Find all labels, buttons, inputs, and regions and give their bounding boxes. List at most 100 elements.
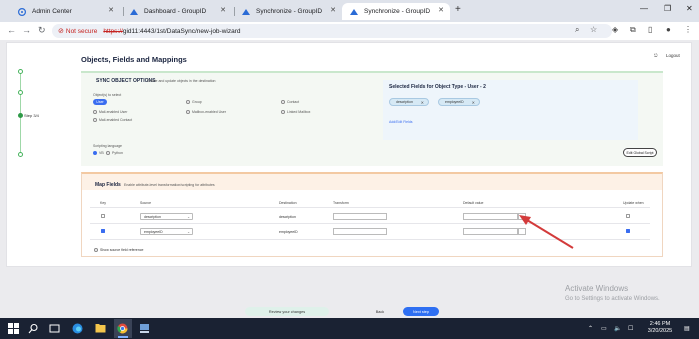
forward-icon[interactable]: → bbox=[22, 25, 31, 35]
radio-label: Python bbox=[112, 151, 123, 155]
destination-value: description bbox=[279, 215, 296, 219]
step-indicator-1[interactable] bbox=[18, 69, 23, 74]
back-icon[interactable]: ← bbox=[7, 25, 16, 35]
chrome-icon[interactable] bbox=[117, 323, 128, 334]
radio-group[interactable] bbox=[186, 100, 190, 104]
source-dropdown[interactable]: employeeID ⌄ bbox=[140, 228, 193, 235]
column-header-transform: Transform bbox=[333, 201, 349, 205]
show-source-toggle[interactable] bbox=[94, 248, 98, 252]
logout-link[interactable]: Logout bbox=[666, 53, 680, 58]
transform-input[interactable] bbox=[333, 213, 387, 220]
default-value-input[interactable] bbox=[463, 228, 518, 235]
active-indicator bbox=[118, 336, 128, 338]
source-dropdown[interactable]: description ⌄ bbox=[140, 213, 193, 220]
logout-icon[interactable]: ⎋ bbox=[654, 53, 658, 58]
step-label: Step 3/4 bbox=[24, 113, 39, 118]
split-view-icon[interactable]: ▯ bbox=[648, 25, 652, 34]
default-value-input[interactable] bbox=[463, 213, 518, 220]
reload-icon[interactable]: ↻ bbox=[38, 25, 46, 36]
field-chip[interactable]: description ✕ bbox=[389, 98, 429, 106]
notification-badge-icon[interactable]: ☐ bbox=[628, 325, 633, 332]
selected-fields-title: Selected Fields for Object Type - User -… bbox=[389, 84, 486, 90]
maximize-icon[interactable]: ❐ bbox=[664, 4, 671, 13]
radio-mail-enabled-contact[interactable] bbox=[93, 118, 97, 122]
task-view-icon[interactable] bbox=[49, 323, 60, 334]
tab-synchronize[interactable]: Synchronize - GroupID ✕ bbox=[234, 3, 342, 20]
tab-dashboard[interactable]: Dashboard - GroupID ✕ bbox=[122, 3, 232, 20]
radio-linked-mailbox[interactable] bbox=[281, 110, 285, 114]
notifications-icon[interactable]: ▤ bbox=[684, 325, 690, 332]
system-clock[interactable]: 2:46 PM 3/20/2025 bbox=[643, 321, 677, 335]
show-source-label: Show source field reference bbox=[100, 248, 144, 252]
radio-mailbox-enabled-user[interactable] bbox=[186, 110, 190, 114]
update-checkbox[interactable] bbox=[626, 229, 630, 233]
close-icon[interactable]: ✕ bbox=[438, 6, 444, 14]
tab-synchronize-active[interactable]: Synchronize - GroupID ✕ bbox=[342, 3, 450, 20]
column-header-update-when: Update when bbox=[623, 201, 644, 205]
row-divider bbox=[90, 207, 650, 208]
transform-input[interactable] bbox=[333, 228, 387, 235]
column-header-key: Key bbox=[100, 201, 107, 205]
search-icon[interactable] bbox=[28, 323, 39, 334]
update-checkbox[interactable] bbox=[626, 214, 630, 218]
windows-start-icon[interactable] bbox=[8, 323, 19, 334]
radio-label: Mailbox-enabled User bbox=[192, 110, 227, 114]
step-indicator-2[interactable] bbox=[18, 90, 23, 95]
radio-label: VB bbox=[99, 151, 104, 155]
synchronize-icon bbox=[350, 9, 358, 15]
security-label[interactable]: Not secure bbox=[66, 28, 97, 35]
show-hidden-icons[interactable]: ⌃ bbox=[588, 325, 593, 332]
activate-windows-title: Activate Windows bbox=[565, 284, 629, 293]
radio-label: Mail-enabled Contact bbox=[99, 118, 133, 122]
extension-icon[interactable]: ◈ bbox=[612, 25, 618, 34]
tab-title: Dashboard - GroupID bbox=[144, 8, 207, 15]
radio-contact[interactable] bbox=[281, 100, 285, 104]
tab-title: Admin Center bbox=[32, 8, 72, 15]
step-indicator-4[interactable] bbox=[18, 152, 23, 157]
edge-icon[interactable] bbox=[72, 323, 83, 334]
edit-global-script-button[interactable]: Edit Global Script bbox=[623, 148, 657, 157]
review-changes-button[interactable]: Review your changes bbox=[245, 307, 329, 316]
activate-windows-subtitle: Go to Settings to activate Windows. bbox=[565, 296, 660, 302]
tab-title: Synchronize - GroupID bbox=[364, 8, 431, 15]
volume-icon[interactable]: 🔈 bbox=[614, 325, 621, 332]
close-window-icon[interactable]: ✕ bbox=[686, 4, 693, 13]
new-tab-button[interactable]: + bbox=[455, 4, 461, 15]
remove-chip-icon[interactable]: ✕ bbox=[472, 100, 475, 105]
step-indicator-current[interactable] bbox=[18, 113, 23, 118]
radio-user[interactable]: User bbox=[93, 99, 107, 105]
close-icon[interactable]: ✕ bbox=[108, 6, 114, 14]
file-explorer-icon[interactable] bbox=[95, 323, 106, 334]
chip-label: employeeID bbox=[445, 100, 464, 104]
key-checkbox[interactable] bbox=[101, 229, 105, 233]
address-bar: ← → ↻ ⊘ Not secure https:// gid11:4443/1… bbox=[0, 22, 699, 40]
back-button[interactable]: Back bbox=[365, 307, 395, 316]
field-chip[interactable]: employeeID ✕ bbox=[438, 98, 480, 106]
zoom-icon[interactable]: ⌕ bbox=[575, 25, 579, 35]
map-fields-header bbox=[82, 174, 662, 190]
radio-mail-enabled-user[interactable] bbox=[93, 110, 97, 114]
next-step-button[interactable]: Next step bbox=[403, 307, 439, 316]
key-checkbox[interactable] bbox=[101, 214, 105, 218]
close-icon[interactable]: ✕ bbox=[220, 6, 226, 14]
puzzle-icon[interactable]: ⧉ bbox=[630, 25, 636, 35]
url-field[interactable]: ⊘ Not secure https:// gid11:4443/1st/Dat… bbox=[52, 24, 612, 38]
add-edit-fields-link[interactable]: Add/Edit Fields bbox=[389, 120, 413, 124]
chevron-down-icon: ⌄ bbox=[187, 230, 190, 234]
profile-icon[interactable]: ● bbox=[666, 25, 671, 34]
tab-admin-center[interactable]: Admin Center ✕ bbox=[10, 3, 120, 20]
chevron-down-icon: ⌄ bbox=[187, 215, 190, 219]
menu-icon[interactable]: ⋮ bbox=[684, 25, 692, 34]
network-icon[interactable]: ▭ bbox=[601, 325, 607, 332]
annotation-arrow-icon bbox=[519, 215, 574, 249]
close-icon[interactable]: ✕ bbox=[330, 6, 336, 14]
column-header-source: Source bbox=[140, 201, 152, 205]
minimize-icon[interactable]: — bbox=[640, 4, 648, 13]
clock-date: 3/20/2025 bbox=[647, 328, 673, 334]
radio-vb[interactable] bbox=[93, 151, 97, 155]
server-manager-icon[interactable] bbox=[139, 323, 150, 334]
star-icon[interactable]: ☆ bbox=[590, 25, 597, 34]
radio-python[interactable] bbox=[106, 151, 110, 155]
scripting-language-label: Scripting language bbox=[93, 144, 122, 148]
remove-chip-icon[interactable]: ✕ bbox=[421, 100, 424, 105]
